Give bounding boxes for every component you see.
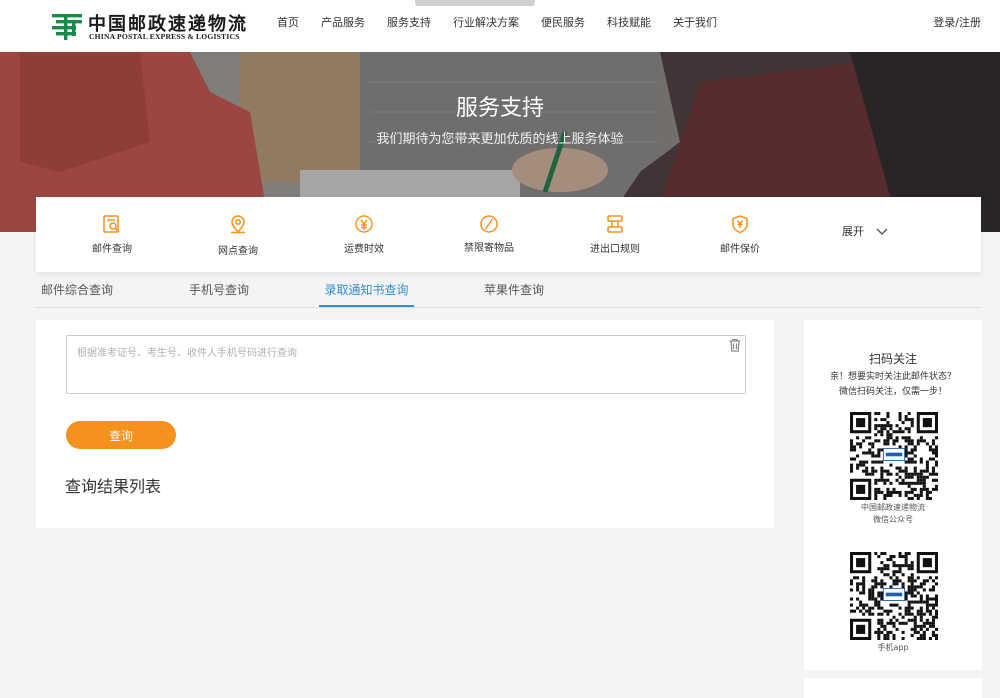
service-shortcut-bar: 邮件查询 网点查询 运费时效 禁限寄物品 进出口规则 邮件保价 展开: [36, 197, 981, 272]
tab-phone-query[interactable]: 手机号查询: [189, 281, 249, 305]
mail-search-icon: [103, 215, 120, 233]
service-label: 进出口规则: [590, 244, 640, 255]
query-textarea[interactable]: [67, 336, 717, 391]
nav-convenience[interactable]: 便民服务: [530, 0, 596, 52]
qr-desc-line: 微信扫码关注，仅需一步！: [838, 387, 947, 397]
service-prohibited-items[interactable]: 禁限寄物品: [439, 197, 539, 272]
qr-panel-title: 扫码关注: [868, 352, 917, 366]
tab-general-query[interactable]: 邮件综合查询: [41, 281, 113, 305]
service-label: 禁限寄物品: [464, 243, 514, 254]
query-button[interactable]: 查询: [66, 421, 176, 449]
qr-caption-line: 微信公众号: [873, 515, 913, 524]
qr-caption-line: 中国邮政速递物流: [861, 503, 925, 512]
side-panel-secondary: [804, 678, 982, 698]
follow-qr-panel: 扫码关注 亲！想要实时关注此邮件状态？ 微信扫码关注，仅需一步！ 中国邮政速递物…: [804, 320, 982, 670]
result-list-title: 查询结果列表: [65, 477, 162, 496]
wechat-qr-code: [850, 412, 938, 500]
trash-icon[interactable]: [728, 338, 742, 352]
service-branch-query[interactable]: 网点查询: [188, 197, 288, 272]
app-qr-code: [850, 552, 938, 640]
brand-logo[interactable]: 中国邮政速递物流 CHINA POSTAL EXPRESS & LOGISTIC…: [50, 8, 250, 44]
qr-caption: 手机app: [877, 643, 909, 652]
nav-industry-solutions[interactable]: 行业解决方案: [442, 0, 530, 52]
service-label: 邮件保价: [720, 244, 760, 255]
service-label: 网点查询: [218, 246, 258, 257]
site-header: 中国邮政速递物流 CHINA POSTAL EXPRESS & LOGISTIC…: [0, 0, 1000, 52]
nav-service-support[interactable]: 服务支持: [376, 0, 442, 52]
nav-products[interactable]: 产品服务: [310, 0, 376, 52]
china-post-logo-icon: [52, 14, 82, 40]
query-input-box: [66, 335, 746, 394]
import-export-icon: [607, 215, 623, 233]
qr-caption: 中国邮政速递物流 微信公众号: [804, 502, 982, 526]
service-label: 运费时效: [344, 244, 384, 255]
nav-technology[interactable]: 科技赋能: [596, 0, 662, 52]
logo-english-text: CHINA POSTAL EXPRESS & LOGISTICS: [89, 32, 240, 41]
location-pin-icon: [231, 215, 245, 234]
main-nav: 首页 产品服务 服务支持 行业解决方案 便民服务 科技赋能 关于我们: [266, 0, 728, 52]
nav-home[interactable]: 首页: [266, 0, 310, 52]
service-label: 邮件查询: [92, 244, 132, 255]
query-tabs: 邮件综合查询 手机号查询 录取通知书查询 苹果件查询: [36, 281, 981, 308]
expand-services-toggle[interactable]: 展开: [842, 223, 888, 239]
query-panel: 查询 查询结果列表: [36, 320, 774, 528]
tab-apple-query[interactable]: 苹果件查询: [484, 281, 544, 305]
login-register-link[interactable]: 登录/注册: [933, 0, 981, 46]
shield-yen-icon: [732, 215, 748, 234]
service-mail-query[interactable]: 邮件查询: [62, 197, 162, 272]
chevron-down-icon: [876, 228, 888, 235]
banner-subtitle: 我们期待为您带来更加优质的线上服务体验: [376, 132, 624, 147]
expand-label: 展开: [842, 225, 864, 238]
service-freight-time[interactable]: 运费时效: [314, 197, 414, 272]
qr-desc-line: 亲！想要实时关注此邮件状态？: [829, 372, 956, 382]
banner-title: 服务支持: [455, 96, 544, 121]
qr-panel-description: 亲！想要实时关注此邮件状态？ 微信扫码关注，仅需一步！: [804, 370, 982, 400]
tab-admission-letter-query[interactable]: 录取通知书查询: [319, 281, 414, 307]
nav-about[interactable]: 关于我们: [662, 0, 728, 52]
forbidden-icon: [480, 215, 498, 233]
service-import-export[interactable]: 进出口规则: [565, 197, 665, 272]
yen-clock-icon: [355, 215, 373, 233]
service-insurance[interactable]: 邮件保价: [690, 197, 790, 272]
